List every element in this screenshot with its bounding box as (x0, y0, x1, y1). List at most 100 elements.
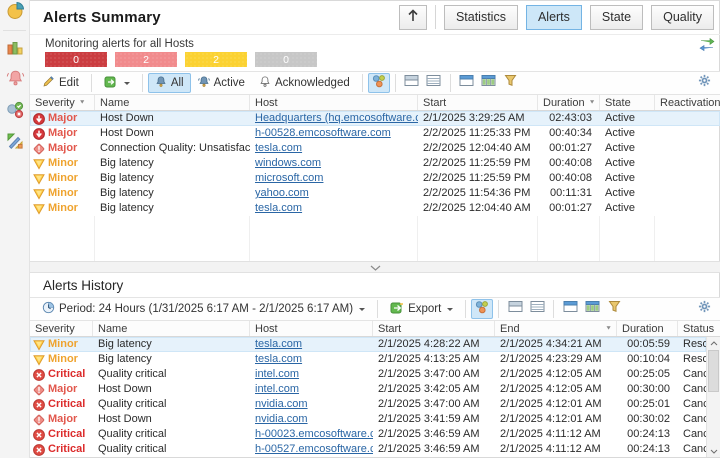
col-start[interactable]: Start (418, 95, 538, 110)
host-link[interactable]: Headquarters (hq.emcosoftware.com) (255, 112, 418, 124)
status: Cance (678, 367, 706, 382)
collapse-up-button[interactable] (399, 5, 427, 30)
column-chooser-button[interactable] (478, 73, 500, 93)
table-row[interactable]: MinorBig latencyyahoo.com2/2/2025 11:54:… (30, 186, 720, 201)
severity-label: Minor (48, 337, 78, 352)
nav-button-state[interactable]: State (590, 5, 643, 30)
col-start[interactable]: Start (373, 321, 495, 336)
start-time: 2/1/2025 4:13:25 AM (373, 352, 495, 367)
col-severity[interactable]: Severity (30, 321, 93, 336)
status: Resolv (678, 352, 706, 367)
summary-table-empty-area (30, 216, 720, 261)
sidebar-item-summary[interactable] (0, 0, 30, 26)
alert-name: Quality critical (93, 397, 250, 412)
filter-button[interactable] (500, 73, 522, 93)
table-row[interactable]: CriticalQuality criticalh-00527.emcosoft… (30, 442, 706, 457)
filter-button[interactable] (603, 299, 625, 319)
card-view-button[interactable] (401, 73, 423, 93)
severity-label: Minor (48, 156, 78, 171)
host-link[interactable]: intel.com (255, 368, 299, 380)
col-duration[interactable]: Duration (617, 321, 678, 336)
col-status[interactable]: Status (678, 321, 720, 336)
table-row[interactable]: CriticalQuality criticalh-00023.emcosoft… (30, 427, 706, 442)
alert-name: Quality critical (93, 427, 250, 442)
table-row[interactable]: CriticalQuality criticalnvidia.com2/1/20… (30, 397, 706, 412)
vertical-scrollbar[interactable] (706, 337, 720, 457)
table-row[interactable]: MajorHost Downnvidia.com2/1/2025 3:41:59… (30, 412, 706, 427)
color-groups-toggle[interactable] (368, 73, 390, 93)
host-link[interactable]: tesla.com (255, 353, 302, 365)
show-header-button[interactable] (559, 299, 581, 319)
severity-label: Critical (48, 442, 85, 457)
filter-all-button[interactable]: All (148, 73, 191, 93)
show-header-button[interactable] (456, 73, 478, 93)
card-view-button[interactable] (504, 299, 526, 319)
table-row[interactable]: MajorHost Downh-00528.emcosoftware.com2/… (30, 126, 720, 141)
host-link[interactable]: tesla.com (255, 142, 302, 154)
table-row[interactable]: MinorBig latencytesla.com2/1/2025 4:13:2… (30, 352, 706, 367)
col-state[interactable]: State (600, 95, 655, 110)
table-row[interactable]: CriticalQuality criticalintel.com2/1/202… (30, 367, 706, 382)
sidebar-item-state[interactable] (0, 99, 30, 125)
host-link[interactable]: tesla.com (255, 202, 302, 214)
col-host[interactable]: Host (250, 95, 418, 110)
duration: 00:25:01 (617, 397, 678, 412)
table-row[interactable]: MinorBig latencytesla.com2/1/2025 4:28:2… (30, 337, 706, 352)
nav-button-alerts[interactable]: Alerts (526, 5, 582, 30)
period-button[interactable]: Period: 24 Hours (1/31/2025 6:17 AM - 2/… (35, 299, 372, 319)
settings-button[interactable] (693, 299, 715, 319)
filter-active-button[interactable]: Active (191, 73, 252, 93)
table-row[interactable]: MinorBig latencywindows.com2/2/2025 11:2… (30, 156, 720, 171)
severity-minor-icon (33, 354, 45, 366)
col-name[interactable]: Name (95, 95, 250, 110)
settings-button[interactable] (693, 73, 715, 93)
list-view-button[interactable] (423, 73, 445, 93)
severity-cell: Major (30, 382, 93, 397)
host-cell: intel.com (250, 367, 373, 382)
col-severity[interactable]: Severity▼ (30, 95, 95, 110)
sidebar-item-alerts[interactable] (0, 68, 30, 94)
scrollbar-thumb[interactable] (708, 350, 719, 392)
col-host[interactable]: Host (250, 321, 373, 336)
column-chooser-button[interactable] (581, 299, 603, 319)
swap-panels-button[interactable] (698, 39, 716, 57)
col-duration[interactable]: Duration▼ (538, 95, 600, 110)
severity-cell: Major (30, 111, 95, 126)
sidebar-item-quality[interactable] (0, 130, 30, 156)
host-link[interactable]: h-00528.emcosoftware.com (255, 127, 391, 139)
export-button[interactable]: Export (383, 299, 460, 319)
sidebar-item-statistics[interactable] (0, 37, 30, 63)
scroll-down-icon[interactable] (707, 445, 720, 457)
filter-acknowledged-button[interactable]: Acknowledged (252, 73, 357, 93)
list-view-button[interactable] (526, 299, 548, 319)
scroll-up-icon[interactable] (707, 337, 720, 349)
host-link[interactable]: intel.com (255, 383, 299, 395)
table-row[interactable]: MajorHost Downintel.com2/1/2025 3:42:05 … (30, 382, 706, 397)
host-link[interactable]: nvidia.com (255, 398, 308, 410)
severity-major-icon (33, 384, 45, 396)
host-link[interactable]: h-00023.emcosoftware.com (255, 428, 373, 440)
col-end[interactable]: End▼ (495, 321, 617, 336)
nav-button-statistics[interactable]: Statistics (444, 5, 518, 30)
panel-splitter[interactable] (30, 261, 720, 273)
duration: 00:25:05 (617, 367, 678, 382)
host-link[interactable]: h-00527.emcosoftware.com (255, 443, 373, 455)
host-link[interactable]: nvidia.com (255, 413, 308, 425)
history-section-title: Alerts History (30, 273, 720, 297)
alert-actions-button[interactable] (97, 73, 137, 93)
col-name[interactable]: Name (93, 321, 250, 336)
host-link[interactable]: windows.com (255, 157, 321, 169)
bar-chart-icon (6, 39, 24, 62)
table-row[interactable]: MinorBig latencytesla.com2/2/2025 12:04:… (30, 201, 720, 216)
table-row[interactable]: MajorHost DownHeadquarters (hq.emcosoftw… (30, 111, 720, 126)
host-link[interactable]: microsoft.com (255, 172, 323, 184)
sort-desc-icon: ▼ (79, 100, 86, 106)
col-reactivation[interactable]: Reactivation ... (655, 95, 720, 110)
host-link[interactable]: yahoo.com (255, 187, 309, 199)
edit-button[interactable]: Edit (35, 73, 86, 93)
table-row[interactable]: MinorBig latencymicrosoft.com2/2/2025 11… (30, 171, 720, 186)
nav-button-quality[interactable]: Quality (651, 5, 714, 30)
color-groups-toggle[interactable] (471, 299, 493, 319)
host-link[interactable]: tesla.com (255, 338, 302, 350)
table-row[interactable]: MajorConnection Quality: Unsatisfactoryt… (30, 141, 720, 156)
